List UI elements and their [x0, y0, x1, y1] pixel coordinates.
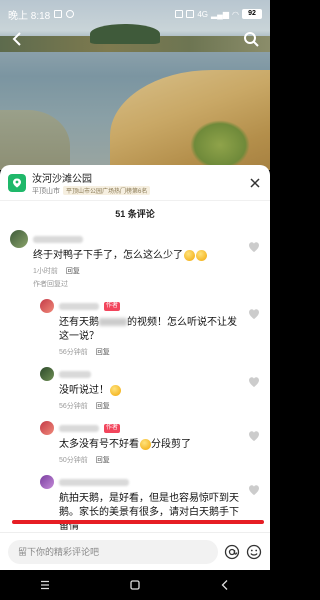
- heart-icon[interactable]: [248, 240, 260, 252]
- emoji-laugh-icon: [110, 384, 121, 396]
- at-mention-icon[interactable]: [224, 544, 240, 560]
- username-redacted: [59, 370, 91, 378]
- home-icon[interactable]: [125, 575, 145, 595]
- comment-input[interactable]: 留下你的精彩评论吧: [8, 539, 218, 564]
- username-redacted: [59, 424, 99, 432]
- back-icon[interactable]: [6, 28, 28, 50]
- poi-text: 汝河沙滩公园 平顶山市 平顶山市公园广场热门榜第6名: [32, 170, 242, 196]
- battery-indicator: 92: [242, 9, 262, 19]
- comment-header: [40, 365, 242, 383]
- reply-button[interactable]: 回复: [96, 455, 110, 465]
- reply-item[interactable]: 作者 还有天鹅 的视频！怎么听说不让发这一说？ 56分钟前 回复: [0, 293, 270, 361]
- location-pin-icon: [8, 173, 26, 192]
- mute-icon: [175, 10, 184, 18]
- recent-apps-icon[interactable]: [35, 575, 55, 595]
- redacted-text: [99, 318, 127, 327]
- comment-time: 50分钟前: [59, 457, 88, 464]
- author-badge: 作者: [104, 301, 121, 311]
- comment-meta: 56分钟前 回复: [59, 347, 242, 357]
- photo-shore: [0, 110, 70, 170]
- heart-icon[interactable]: [248, 307, 260, 319]
- comment-meta: 50分钟前 回复: [59, 455, 242, 465]
- comment-text: 航拍天鹅，是好看，但是也容易惊吓到天鹅。家长的美景有很多，请对白天鹅手下留情: [59, 493, 239, 532]
- heart-icon[interactable]: [248, 429, 260, 441]
- system-nav-bar: [0, 570, 270, 600]
- poi-name: 汝河沙滩公园: [32, 173, 92, 185]
- username-redacted: [33, 235, 83, 243]
- status-left: 晚上 8:18: [8, 7, 75, 22]
- reply-button[interactable]: 回复: [96, 401, 110, 411]
- reply-item[interactable]: 没听说过！ 56分钟前 回复: [0, 361, 270, 415]
- back-nav-icon[interactable]: [215, 575, 235, 595]
- comment-header: 作者: [40, 419, 242, 437]
- wifi-icon: ◠: [232, 9, 239, 19]
- username-redacted: [59, 302, 99, 310]
- comments-count: 51 条评论: [115, 209, 155, 219]
- reply-item[interactable]: 作者 太多没有号不好看 分段剪了 50分钟前 回复: [0, 415, 270, 469]
- avatar[interactable]: [40, 299, 54, 313]
- comment-time: 56分钟前: [59, 349, 88, 356]
- comment-text: 太多没有号不好看 分段剪了: [59, 438, 242, 452]
- heart-icon[interactable]: [248, 375, 260, 387]
- heart-icon[interactable]: [248, 483, 260, 495]
- avatar[interactable]: [40, 475, 54, 489]
- comment-text: 终于对鸭子下手了，怎么这么少了: [33, 249, 242, 263]
- comment-time: 1小时前: [33, 268, 58, 275]
- photo-grass: [190, 120, 250, 170]
- emoji-laugh-icon: [196, 249, 207, 261]
- comment-sheet: 汝河沙滩公园 平顶山市 平顶山市公园广场热门榜第6名 51 条评论 终于对鸭子下…: [0, 165, 270, 570]
- emoji-laugh-icon: [140, 438, 151, 450]
- reply-item[interactable]: 航拍天鹅，是好看，但是也容易惊吓到天鹅。家长的美景有很多，请对白天鹅手下留情: [0, 469, 270, 538]
- comment-text: 还有天鹅 的视频！怎么听说不让发这一说？: [59, 316, 242, 344]
- comment-input-bar: 留下你的精彩评论吧: [0, 532, 270, 570]
- poi-city: 平顶山市: [32, 187, 60, 195]
- reply-button[interactable]: 回复: [66, 266, 80, 276]
- emoji-picker-icon[interactable]: [246, 544, 262, 560]
- comment-item[interactable]: 终于对鸭子下手了，怎么这么少了 1小时前 回复 作者回复过: [0, 226, 270, 293]
- comment-meta: 56分钟前 回复: [59, 401, 242, 411]
- status-right: 4G ▂▄▆ ◠ 92: [175, 9, 262, 19]
- author-badge: 作者: [104, 423, 121, 433]
- notification-icon: [66, 10, 75, 18]
- comment-text-part: 还有天鹅: [59, 317, 99, 328]
- comment-header: [40, 473, 242, 491]
- username-redacted: [59, 478, 129, 486]
- comment-text-part: 太多没有号不好看: [59, 439, 139, 450]
- emoji-laugh-icon: [184, 249, 195, 261]
- poi-sub: 平顶山市 平顶山市公园广场热门榜第6名: [32, 186, 242, 196]
- comment-meta: 1小时前 回复: [33, 266, 242, 276]
- avatar[interactable]: [40, 367, 54, 381]
- reply-button[interactable]: 回复: [96, 347, 110, 357]
- signal-icon: ▂▄▆: [211, 9, 230, 19]
- alarm-icon: [186, 10, 195, 18]
- avatar[interactable]: [40, 421, 54, 435]
- status-time: 晚上 8:18: [8, 10, 51, 22]
- comment-header: [10, 230, 242, 248]
- network-label: 4G: [197, 9, 209, 19]
- highlight-underline: [12, 520, 264, 524]
- comment-header: 作者: [40, 297, 242, 315]
- comment-text: 没听说过！: [59, 384, 242, 398]
- status-bar: 晚上 8:18 4G ▂▄▆ ◠ 92: [0, 0, 270, 28]
- search-icon[interactable]: [240, 28, 262, 50]
- comment-text-part: 分段剪了: [151, 439, 191, 450]
- comment-text-part: 没听说过！: [59, 385, 109, 396]
- author-replied-label: 作者回复过: [33, 281, 68, 288]
- comment-text-part: 终于对鸭子下手了，怎么这么少了: [33, 250, 183, 261]
- poi-rank-badge[interactable]: 平顶山市公园广场热门榜第6名: [63, 186, 151, 195]
- comment-time: 56分钟前: [59, 403, 88, 410]
- avatar[interactable]: [10, 230, 28, 248]
- poi-bar[interactable]: 汝河沙滩公园 平顶山市 平顶山市公园广场热门榜第6名: [0, 165, 270, 201]
- notification-icon: [54, 10, 63, 18]
- close-icon[interactable]: [248, 176, 262, 190]
